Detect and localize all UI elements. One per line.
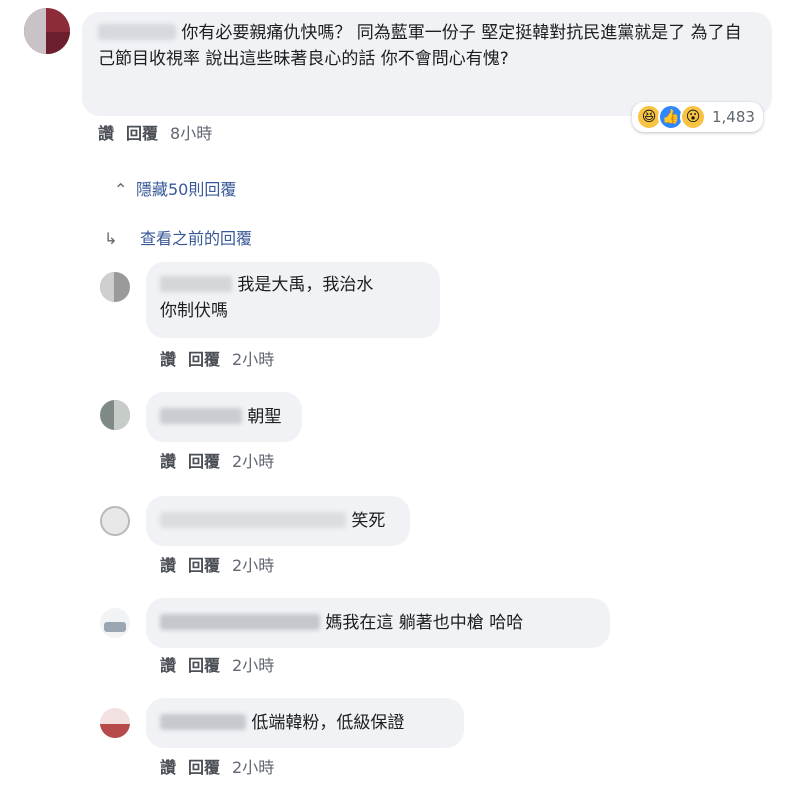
reply-avatar[interactable] xyxy=(100,708,130,738)
timestamp[interactable]: 8小時 xyxy=(170,124,212,143)
timestamp[interactable]: 2小時 xyxy=(232,452,274,471)
commenter-name-redacted[interactable] xyxy=(160,714,246,730)
commenter-name-redacted[interactable] xyxy=(160,614,320,630)
main-comment-actions: 讚回覆 8小時 xyxy=(98,120,224,144)
reply-link[interactable]: 回覆 xyxy=(126,124,158,143)
reply-actions: 讚回覆 2小時 xyxy=(160,346,286,370)
commenter-name-redacted[interactable] xyxy=(160,276,232,292)
main-comment-text: 你有必要親痛仇快嗎？ 同為藍軍一份子 堅定挺韓對抗民進黨就是了 為了自己節目收視… xyxy=(98,23,742,69)
reply-link[interactable]: 回覆 xyxy=(188,452,220,471)
reaction-summary[interactable]: 😆 👍 😮 1,483 xyxy=(632,102,763,132)
reply-avatar[interactable] xyxy=(100,506,130,536)
commenter-name-redacted[interactable] xyxy=(160,512,346,528)
reply-text: 朝聖 xyxy=(247,407,282,427)
main-avatar[interactable] xyxy=(24,8,70,54)
like-link[interactable]: 讚 xyxy=(160,350,176,369)
timestamp[interactable]: 2小時 xyxy=(232,656,274,675)
view-previous-label: 查看之前的回覆 xyxy=(140,229,253,248)
reply-actions: 讚回覆 2小時 xyxy=(160,652,286,676)
chevron-up-icon: ⌃ xyxy=(114,180,128,199)
reply-text: 笑死 xyxy=(351,511,386,531)
reply-bubble: 笑死 xyxy=(146,496,410,546)
reply-avatar[interactable] xyxy=(100,608,130,638)
reply-bubble: 我是大禹，我治水 你制伏嗎 xyxy=(146,262,440,338)
reply-avatar[interactable] xyxy=(100,400,130,430)
reply-text: 低端韓粉，低級保證 xyxy=(251,713,405,733)
view-previous-replies-toggle[interactable]: ↳ 查看之前的回覆 xyxy=(104,225,252,249)
reply-actions: 讚回覆 2小時 xyxy=(160,552,286,576)
reply-link[interactable]: 回覆 xyxy=(188,350,220,369)
reply-text-line1: 我是大禹，我治水 xyxy=(237,275,374,295)
reply-link[interactable]: 回覆 xyxy=(188,758,220,777)
commenter-name-redacted[interactable] xyxy=(98,24,176,40)
hide-replies-toggle[interactable]: ⌃ 隱藏50則回覆 xyxy=(114,176,236,200)
timestamp[interactable]: 2小時 xyxy=(232,350,274,369)
main-comment-bubble: 你有必要親痛仇快嗎？ 同為藍軍一份子 堅定挺韓對抗民進黨就是了 為了自己節目收視… xyxy=(82,12,772,116)
reply-bubble: 低端韓粉，低級保證 xyxy=(146,698,464,748)
timestamp[interactable]: 2小時 xyxy=(232,556,274,575)
wow-reaction-icon: 😮 xyxy=(680,104,706,130)
reply-actions: 讚回覆 2小時 xyxy=(160,754,286,778)
reply-text: 媽我在這 躺著也中槍 哈哈 xyxy=(325,613,524,633)
reaction-count: 1,483 xyxy=(712,108,755,126)
like-link[interactable]: 讚 xyxy=(160,656,176,675)
reply-text-line2: 你制伏嗎 xyxy=(160,301,228,321)
reply-link[interactable]: 回覆 xyxy=(188,656,220,675)
reply-bubble: 朝聖 xyxy=(146,392,302,442)
reply-link[interactable]: 回覆 xyxy=(188,556,220,575)
reply-bubble: 媽我在這 躺著也中槍 哈哈 xyxy=(146,598,610,648)
reply-avatar[interactable] xyxy=(100,272,130,302)
reply-actions: 讚回覆 2小時 xyxy=(160,448,286,472)
like-link[interactable]: 讚 xyxy=(160,556,176,575)
timestamp[interactable]: 2小時 xyxy=(232,758,274,777)
commenter-name-redacted[interactable] xyxy=(160,408,242,424)
like-link[interactable]: 讚 xyxy=(160,758,176,777)
like-link[interactable]: 讚 xyxy=(160,452,176,471)
hide-replies-label: 隱藏50則回覆 xyxy=(136,180,237,199)
reply-arrow-icon: ↳ xyxy=(104,229,118,248)
like-link[interactable]: 讚 xyxy=(98,124,114,143)
